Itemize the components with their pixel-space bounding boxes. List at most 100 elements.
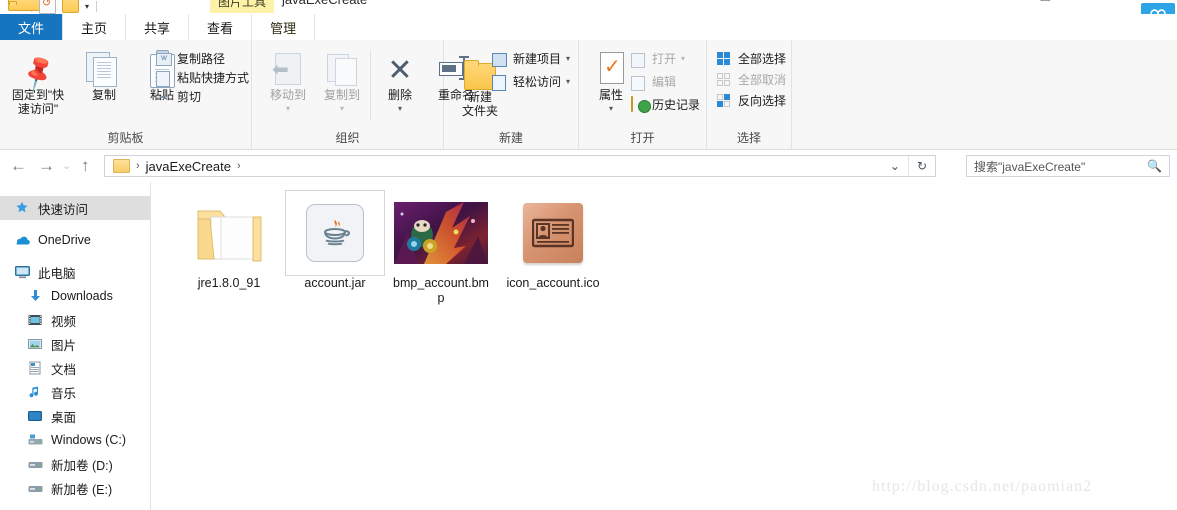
move-to-chevron-down-icon[interactable]: ▾	[260, 102, 316, 116]
navigation-pane[interactable]: 快速访问 OneDrive 此电脑 Downloads 视频 图片 文档 音乐 …	[0, 182, 151, 510]
group-label-clipboard: 剪贴板	[107, 131, 144, 145]
bmp-thumbnail	[391, 190, 491, 276]
sidebar-label-this-pc: 此电脑	[38, 266, 76, 281]
easy-access-chevron-down-icon[interactable]: ▾	[566, 77, 570, 86]
drive-icon	[27, 456, 44, 472]
pin-to-quick-access-label-2: 速访问"	[17, 102, 59, 116]
sidebar-item-windows-c[interactable]: Windows (C:)	[0, 428, 150, 452]
qat-chevron-down-icon[interactable]: ▾	[85, 2, 89, 11]
up-arrow-icon[interactable]: ↑	[81, 156, 90, 176]
tab-home[interactable]: 主页	[62, 14, 127, 41]
copy-path-button[interactable]: ✂ 剪切	[156, 88, 201, 105]
group-label-select: 选择	[736, 131, 761, 145]
sidebar-label-documents: 文档	[51, 362, 77, 377]
pin-icon: 📌	[16, 51, 60, 95]
edit-label: 编辑	[652, 75, 677, 89]
breadcrumb-folder-icon[interactable]	[113, 159, 130, 173]
tab-view[interactable]: 查看	[189, 14, 253, 40]
copy-path-label: 复制路径	[177, 52, 226, 66]
open-chevron-down-icon[interactable]: ▾	[681, 54, 685, 63]
select-all-label: 全部选择	[738, 52, 787, 66]
invert-selection-label: 反向选择	[738, 94, 787, 108]
breadcrumb-sep-left: ›	[136, 160, 140, 172]
list-item[interactable]: bmp_account.bmp	[391, 190, 491, 306]
sidebar-label-windows-c: Windows (C:)	[51, 433, 127, 447]
baidu-cloud-icon[interactable]	[1141, 3, 1175, 14]
qat-undo-icon[interactable]	[39, 0, 56, 14]
paste-shortcut-button[interactable]: 粘贴快捷方式	[156, 69, 249, 87]
select-all-icon	[717, 51, 733, 67]
quick-access-toolbar[interactable]: ▾	[8, 0, 98, 14]
edit-button[interactable]: 编辑	[631, 73, 677, 91]
sidebar-item-videos[interactable]: 视频	[0, 308, 150, 332]
new-item-label: 新建项目	[513, 52, 562, 66]
move-to-button[interactable]: ⬅ 移动到 ▾	[260, 48, 316, 116]
open-button[interactable]: 打开 ▾	[631, 50, 685, 68]
search-input[interactable]: 搜索"javaExeCreate" 🔍	[966, 155, 1170, 177]
new-item-icon	[492, 51, 508, 67]
jar-file-icon	[285, 190, 385, 276]
new-item-chevron-down-icon[interactable]: ▾	[566, 54, 570, 63]
sidebar-item-onedrive[interactable]: OneDrive	[0, 228, 150, 252]
invert-selection-button[interactable]: 反向选择	[717, 92, 786, 109]
breadcrumb[interactable]: › javaExeCreate › ⌄ ↻	[104, 155, 936, 177]
history-icon	[631, 95, 647, 113]
breadcrumb-current[interactable]: javaExeCreate	[146, 159, 231, 174]
sidebar-item-downloads[interactable]: Downloads	[0, 284, 150, 308]
delete-button[interactable]: ✕ 删除 ▾	[372, 48, 428, 116]
sidebar-item-documents[interactable]: 文档	[0, 356, 150, 380]
sidebar-label-downloads: Downloads	[51, 289, 113, 303]
address-history-chevron-down-icon[interactable]: ⌄	[882, 159, 908, 173]
forward-arrow-icon[interactable]: →	[38, 156, 55, 176]
easy-access-button[interactable]: 轻松访问 ▾	[492, 73, 570, 91]
tab-manage[interactable]: 管理	[252, 14, 316, 40]
pin-to-quick-access-button[interactable]: 📌 固定到"快 速访问"	[6, 48, 70, 116]
ribbon-group-select: 全部选择 全部取消 反向选择 选择	[707, 40, 792, 149]
window-controls[interactable]: — ❐ ✕	[1002, 0, 1087, 4]
minimize-icon[interactable]: —	[1002, 0, 1014, 4]
this-pc-icon	[14, 264, 31, 280]
list-item[interactable]: account.jar	[285, 190, 385, 291]
qat-properties-folder-icon[interactable]	[62, 0, 79, 13]
copy-button[interactable]: 复制	[76, 48, 132, 102]
tab-share[interactable]: 共享	[126, 14, 190, 40]
copy-path-row[interactable]: W 复制路径	[156, 50, 225, 67]
search-icon[interactable]: 🔍	[1147, 159, 1162, 173]
ribbon-group-new: 新建 文件夹 新建项目 ▾ 轻松访问 ▾ 新建	[444, 40, 579, 149]
restore-icon[interactable]: ❐	[1040, 0, 1051, 4]
easy-access-label: 轻松访问	[513, 75, 562, 89]
select-none-button[interactable]: 全部取消	[717, 71, 786, 88]
sidebar-item-music[interactable]: 音乐	[0, 380, 150, 404]
qat-folder-icon[interactable]	[8, 0, 46, 12]
sidebar-label-quick-access: 快速访问	[38, 202, 89, 217]
refresh-icon[interactable]: ↻	[909, 159, 935, 173]
close-icon[interactable]: ✕	[1077, 0, 1087, 4]
pin-star-icon	[14, 200, 31, 216]
sidebar-item-pictures[interactable]: 图片	[0, 332, 150, 356]
search-placeholder: 搜索"javaExeCreate"	[974, 159, 1086, 174]
sidebar-label-videos: 视频	[51, 314, 77, 329]
sidebar-item-drive-e[interactable]: 新加卷 (E:)	[0, 476, 150, 500]
sidebar-item-this-pc[interactable]: 此电脑	[0, 260, 150, 284]
history-label: 历史记录	[652, 98, 701, 112]
copy-path-icon: W	[156, 51, 172, 67]
history-button[interactable]: 历史记录	[631, 95, 701, 113]
file-list-pane[interactable]: jre1.8.0_91 account.jar bmp_account.bmp …	[151, 182, 1177, 510]
sidebar-item-drive-d[interactable]: 新加卷 (D:)	[0, 452, 150, 476]
list-item[interactable]: jre1.8.0_91	[179, 190, 279, 291]
new-item-button[interactable]: 新建项目 ▾	[492, 50, 570, 67]
select-all-button[interactable]: 全部选择	[717, 50, 786, 67]
copy-to-chevron-down-icon[interactable]: ▾	[314, 102, 370, 116]
delete-chevron-down-icon[interactable]: ▾	[372, 102, 428, 116]
recent-chevron-down-icon[interactable]: ⌄	[62, 159, 71, 172]
sidebar-item-desktop[interactable]: 桌面	[0, 404, 150, 428]
copy-to-label: 复制到	[323, 88, 360, 102]
easy-access-icon	[492, 74, 508, 91]
back-arrow-icon[interactable]: ←	[10, 156, 27, 176]
sidebar-item-quick-access[interactable]: 快速访问	[0, 196, 150, 220]
breadcrumb-sep-right[interactable]: ›	[231, 160, 247, 172]
list-item[interactable]: icon_account.ico	[503, 190, 603, 291]
copy-to-button[interactable]: 复制到 ▾	[314, 48, 370, 116]
tab-file[interactable]: 文件	[0, 14, 63, 40]
ribbon-tab-strip: 文件 主页 共享 查看 管理	[0, 14, 1177, 41]
